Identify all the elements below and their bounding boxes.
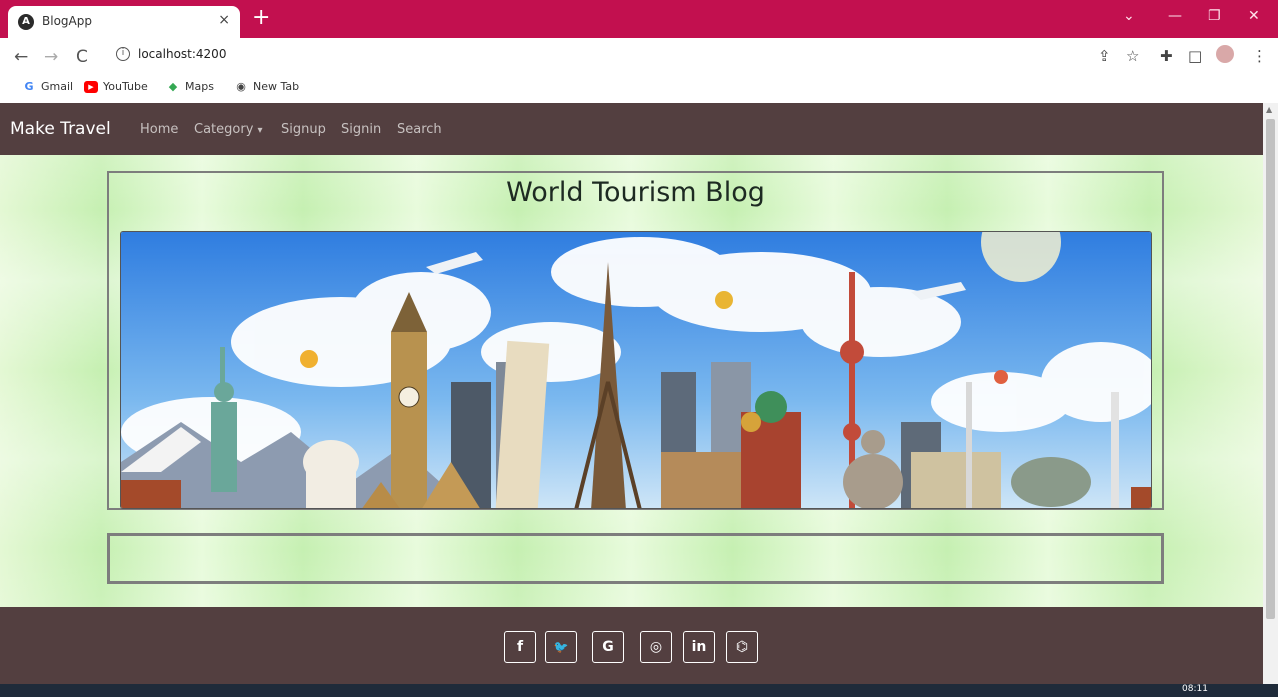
- brand-link[interactable]: Make Travel: [10, 119, 111, 139]
- bookmark-label: Maps: [185, 80, 214, 93]
- tab-blogapp[interactable]: A BlogApp ×: [8, 6, 240, 38]
- clock-time[interactable]: 08:11: [1182, 684, 1208, 694]
- linkedin-icon[interactable]: in: [683, 631, 715, 663]
- nav-search[interactable]: Search: [397, 122, 442, 137]
- nav-category-label: Category: [194, 122, 254, 137]
- page-content: Make Travel Home Category ▾ Signup Signi…: [0, 103, 1263, 697]
- bookmark-label: Gmail: [41, 80, 74, 93]
- world-landmarks-banner: [120, 231, 1152, 509]
- nav-category-dropdown[interactable]: Category ▾: [194, 122, 263, 137]
- nav-home[interactable]: Home: [140, 122, 178, 137]
- page-title: World Tourism Blog: [506, 177, 765, 208]
- gmail-icon: G: [24, 79, 34, 93]
- nav-signin[interactable]: Signin: [341, 122, 381, 137]
- tab-search-icon[interactable]: ⌄: [1123, 8, 1135, 24]
- scroll-up-icon[interactable]: ▲: [1266, 105, 1272, 114]
- twitter-icon[interactable]: 🐦: [545, 631, 577, 663]
- url-text[interactable]: localhost:4200: [138, 47, 226, 61]
- share-icon[interactable]: ⇪: [1098, 47, 1111, 65]
- site-navbar: Make Travel Home Category ▾ Signup Signi…: [0, 103, 1263, 155]
- bookmark-gmail[interactable]: G Gmail: [22, 80, 73, 93]
- forward-icon[interactable]: →: [44, 47, 58, 67]
- bookmark-maps[interactable]: ◆ Maps: [166, 80, 214, 93]
- browser-toolbar: ← → C i localhost:4200 ⇪ ☆ ✚ □ ⋮: [0, 38, 1278, 76]
- menu-icon[interactable]: ⋮: [1252, 47, 1267, 65]
- nav-signup[interactable]: Signup: [281, 122, 326, 137]
- windows-taskbar: 08:11: [0, 684, 1278, 697]
- minimize-icon[interactable]: —: [1168, 8, 1182, 24]
- content-area: [107, 533, 1164, 584]
- instagram-icon[interactable]: ◎: [640, 631, 672, 663]
- caret-down-icon: ▾: [257, 125, 263, 136]
- side-panel-icon[interactable]: □: [1188, 47, 1202, 65]
- restore-icon[interactable]: ❐: [1208, 8, 1221, 24]
- profile-avatar[interactable]: [1216, 45, 1234, 63]
- bookmark-label: YouTube: [103, 80, 148, 93]
- bookmarks-bar: G Gmail ▶ YouTube ◆ Maps ◉ New Tab: [0, 76, 1278, 102]
- github-icon[interactable]: ⌬: [726, 631, 758, 663]
- browser-tabstrip: A BlogApp × + ⌄ — ❐ ✕: [0, 0, 1278, 38]
- reload-icon[interactable]: C: [76, 47, 88, 67]
- facebook-icon[interactable]: f: [504, 631, 536, 663]
- page-scrollbar[interactable]: ▲ ▼: [1263, 103, 1278, 697]
- maps-icon: ◆: [168, 79, 178, 93]
- landmarks-illustration: [121, 232, 1151, 508]
- blog-header-card: World Tourism Blog: [107, 171, 1164, 510]
- bookmark-youtube[interactable]: ▶ YouTube: [84, 80, 148, 93]
- bookmark-label: New Tab: [253, 80, 300, 93]
- globe-icon: ◉: [236, 79, 246, 93]
- info-icon[interactable]: i: [116, 47, 130, 61]
- tab-title: BlogApp: [42, 14, 92, 28]
- close-tab-icon[interactable]: ×: [218, 12, 230, 28]
- youtube-icon: ▶: [84, 80, 98, 93]
- scroll-thumb[interactable]: [1266, 119, 1275, 619]
- new-tab-button[interactable]: +: [252, 6, 270, 30]
- address-bar[interactable]: i localhost:4200: [108, 43, 1148, 69]
- angular-icon: A: [18, 14, 34, 30]
- bookmark-newtab[interactable]: ◉ New Tab: [234, 80, 299, 93]
- google-icon[interactable]: G: [592, 631, 624, 663]
- bookmark-star-icon[interactable]: ☆: [1126, 47, 1139, 65]
- extensions-icon[interactable]: ✚: [1160, 47, 1173, 65]
- back-icon[interactable]: ←: [14, 47, 28, 67]
- close-window-icon[interactable]: ✕: [1248, 8, 1260, 24]
